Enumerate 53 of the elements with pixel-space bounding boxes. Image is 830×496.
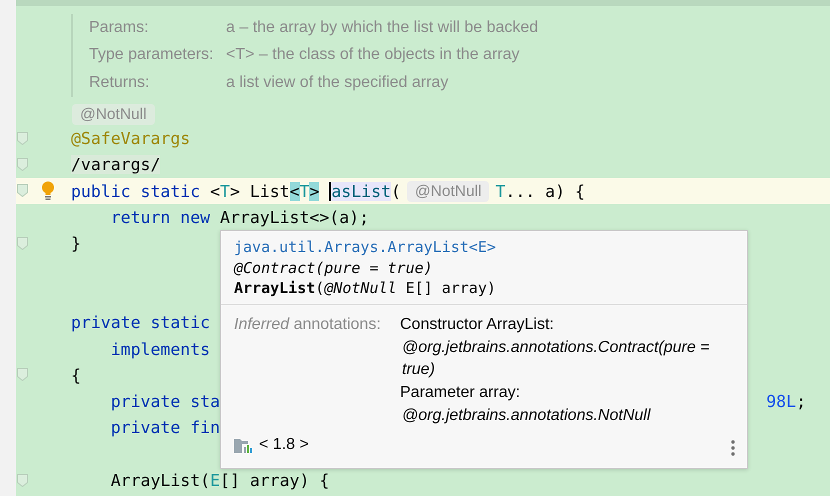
class-name-link[interactable]: java.util.Arrays.ArrayList<E> bbox=[234, 237, 734, 258]
inlay-hint: @NotNull bbox=[72, 104, 155, 125]
code-token: ; bbox=[796, 392, 806, 412]
fold-marker-icon[interactable] bbox=[16, 368, 28, 382]
code-token: ... a) { bbox=[505, 182, 585, 201]
fold-marker-icon[interactable] bbox=[16, 236, 28, 250]
code-token: > bbox=[309, 182, 320, 201]
code-token: return new bbox=[110, 208, 212, 228]
doc-text: a list view of the specified array bbox=[226, 74, 448, 92]
code-token: ArrayList<>(a); bbox=[220, 208, 370, 228]
constructor-signature: ArrayList(@NotNull E[] array) bbox=[234, 278, 497, 298]
code-token: < bbox=[290, 182, 300, 201]
lightbulb-icon[interactable] bbox=[41, 181, 55, 202]
code-token: T bbox=[300, 182, 310, 201]
doc-text: a – the array by which the list will be backed bbox=[226, 18, 538, 37]
annotation-text: @org.jetbrains.annotations.Contract(pure = true) bbox=[401, 338, 711, 380]
fold-marker-icon[interactable] bbox=[16, 132, 28, 145]
code-token: ( bbox=[390, 182, 401, 201]
code-token: asList bbox=[331, 182, 391, 201]
code-token: [] array) { bbox=[220, 471, 330, 490]
library-version[interactable]: < 1.8 > bbox=[259, 436, 309, 454]
code-token: T bbox=[220, 182, 230, 201]
code-token: private fin bbox=[110, 418, 220, 438]
code-token: } bbox=[71, 234, 81, 254]
code-token: public static bbox=[71, 182, 202, 201]
text-cursor bbox=[329, 182, 332, 201]
doc-text: <T> – the class of the objects in the array bbox=[226, 46, 520, 64]
code-token: private static bbox=[71, 313, 210, 332]
doc-label: Returns: bbox=[89, 74, 150, 92]
annotation-target: Constructor ArrayList: bbox=[400, 314, 555, 334]
code-token: 98L bbox=[766, 392, 796, 412]
code-token: T bbox=[495, 182, 506, 201]
code-token: @SafeVarargs bbox=[71, 129, 190, 148]
inferred-annotations-label: Inferred annotations: bbox=[234, 314, 382, 334]
doc-label: Type parameters: bbox=[89, 46, 214, 64]
more-options-icon[interactable] bbox=[731, 440, 735, 456]
code-token: /varargs/ bbox=[71, 155, 160, 174]
code-token: private sta bbox=[110, 392, 220, 412]
doc-label: Params: bbox=[89, 18, 150, 37]
fold-marker-icon[interactable] bbox=[16, 158, 28, 171]
contract-annotation: @Contract(pure = true) bbox=[234, 258, 434, 278]
code-token: ArrayList( bbox=[110, 471, 210, 490]
code-token: < bbox=[210, 182, 220, 201]
inlay-hint: @NotNull bbox=[406, 180, 490, 202]
code-token: E bbox=[210, 471, 220, 490]
code-token: { bbox=[71, 366, 81, 385]
code-token: > List bbox=[230, 182, 290, 201]
annotation-target: Parameter array: bbox=[400, 382, 522, 402]
annotation-text: @org.jetbrains.annotations.NotNull bbox=[401, 406, 652, 426]
fold-marker-icon[interactable] bbox=[16, 474, 28, 486]
fold-marker-icon[interactable] bbox=[16, 184, 28, 198]
code-token: implements bbox=[110, 340, 210, 359]
library-chart-icon bbox=[234, 436, 254, 452]
